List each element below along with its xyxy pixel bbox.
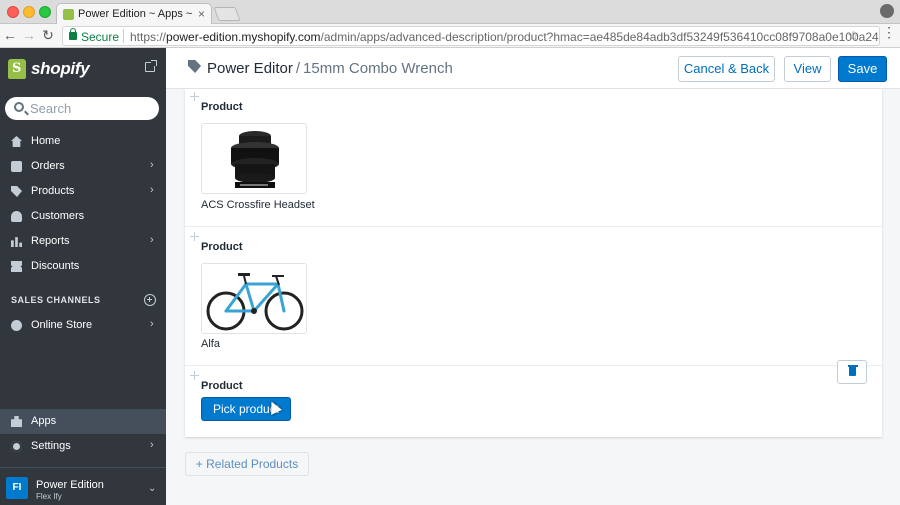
tag-icon	[188, 60, 201, 73]
save-button[interactable]: Save	[838, 56, 887, 82]
discounts-icon	[11, 261, 22, 272]
url-host: power-edition.myshopify.com	[166, 30, 321, 44]
avatar: FI	[6, 477, 28, 499]
add-related-products-button[interactable]: + Related Products	[185, 452, 309, 476]
sidebar-item-apps[interactable]: Apps	[0, 409, 166, 434]
sidebar-item-products[interactable]: Products ›	[0, 179, 166, 204]
online-store-icon	[11, 320, 22, 331]
product-blocks-card: Product ACS Crossfire Headset Product Al…	[185, 89, 882, 437]
main-content: Product ACS Crossfire Headset Product Al…	[166, 89, 900, 505]
secure-label: Secure	[81, 30, 120, 44]
shopify-logo[interactable]: shopify	[8, 58, 90, 80]
product-block: Product ACS Crossfire Headset	[185, 89, 882, 227]
forward-button[interactable]: →	[21, 27, 37, 43]
sidebar-item-reports[interactable]: Reports ›	[0, 229, 166, 254]
cancel-back-button[interactable]: Cancel & Back	[678, 56, 775, 82]
shopify-bag-icon	[8, 59, 26, 79]
browser-tab[interactable]: Power Edition ~ Apps ~ Shopify ×	[56, 3, 212, 24]
sidebar-item-label: Orders	[31, 160, 65, 172]
store-name: Power Edition	[36, 479, 104, 491]
url-divider	[123, 29, 124, 43]
app-topbar: Power Editor/15mm Combo Wrench Cancel & …	[166, 48, 900, 89]
chevron-down-icon: ⌄	[148, 483, 157, 494]
sidebar-item-orders[interactable]: Orders ›	[0, 154, 166, 179]
store-user: Flex Ify	[36, 492, 62, 501]
bookmark-star-icon[interactable]: ☆	[847, 28, 859, 44]
url-scheme: https://	[130, 30, 167, 44]
chevron-right-icon: ›	[150, 234, 154, 246]
sidebar-item-label: Settings	[31, 440, 71, 452]
bicycle-thumbnail[interactable]	[201, 263, 307, 334]
sidebar-item-label: Apps	[31, 415, 57, 427]
sidebar-item-label: Products	[31, 185, 75, 197]
app-name: Power Editor	[207, 60, 293, 77]
sidebar-item-discounts[interactable]: Discounts	[0, 254, 166, 279]
external-link-icon[interactable]	[145, 60, 157, 72]
search-input[interactable]	[30, 100, 150, 117]
bicycle-image	[206, 273, 304, 331]
chevron-right-icon: ›	[150, 318, 154, 330]
reload-button[interactable]: ↻	[40, 27, 56, 43]
store-switcher[interactable]: FI Power Edition Flex Ify ⌄	[0, 467, 166, 505]
sales-channels-heading: SALES CHANNELS	[11, 295, 101, 305]
product-name: ACS Crossfire Headset	[201, 199, 315, 211]
close-window-button[interactable]	[7, 6, 19, 18]
gear-icon	[11, 441, 22, 452]
trash-icon	[847, 365, 858, 376]
url-bar[interactable]: Secure https://power-edition.myshopify.c…	[62, 26, 880, 46]
chevron-right-icon: ›	[150, 159, 154, 171]
product-block: Product	[185, 227, 882, 366]
sidebar-item-label: Customers	[31, 210, 85, 222]
sidebar-item-customers[interactable]: Customers	[0, 204, 166, 229]
url-text[interactable]: https://power-edition.myshopify.com/admi…	[130, 30, 879, 44]
drag-handle-icon[interactable]	[190, 371, 199, 380]
new-tab-button[interactable]	[213, 7, 241, 21]
sidebar-item-label: Online Store	[31, 319, 93, 331]
sidebar-item-label: Home	[31, 135, 61, 147]
block-label: Product	[201, 101, 243, 113]
chevron-right-icon: ›	[150, 439, 154, 451]
profile-icon[interactable]	[880, 4, 894, 18]
add-sales-channel-icon[interactable]	[144, 294, 156, 306]
minimize-window-button[interactable]	[23, 6, 35, 18]
apps-puzzle-icon	[11, 416, 22, 427]
sidebar-item-settings[interactable]: Settings ›	[0, 434, 166, 459]
browser-addressbar: ← → ↻ Secure https://power-edition.mysho…	[0, 24, 900, 48]
headset-image	[231, 131, 279, 188]
tab-close-icon[interactable]: ×	[198, 7, 205, 21]
block-label: Product	[201, 241, 243, 253]
drag-handle-icon[interactable]	[190, 92, 199, 101]
maximize-window-button[interactable]	[39, 6, 51, 18]
view-button[interactable]: View	[784, 56, 831, 82]
lock-icon	[69, 28, 77, 40]
home-icon	[11, 136, 22, 147]
headset-thumbnail[interactable]	[201, 123, 307, 194]
orders-icon	[11, 161, 22, 172]
chevron-right-icon: ›	[150, 184, 154, 196]
block-label: Product	[201, 380, 243, 392]
browser-titlebar: Power Edition ~ Apps ~ Shopify ×	[0, 0, 900, 24]
title-separator: /	[295, 60, 301, 77]
url-path: /admin/apps/advanced-description/product…	[320, 30, 879, 44]
reports-icon	[11, 237, 22, 247]
sidebar-item-home[interactable]: Home	[0, 129, 166, 154]
search-box[interactable]	[5, 97, 159, 120]
sidebar-item-label: Reports	[31, 235, 70, 247]
logo-text: shopify	[31, 59, 90, 78]
search-icon	[14, 102, 24, 112]
product-title: 15mm Combo Wrench	[303, 60, 453, 77]
page-title: Power Editor/15mm Combo Wrench	[207, 60, 453, 77]
customers-icon	[11, 211, 22, 222]
browser-menu-icon[interactable]: ⋮	[882, 24, 896, 41]
delete-block-button[interactable]	[837, 360, 867, 384]
drag-handle-icon[interactable]	[190, 232, 199, 241]
product-name: Alfa	[201, 338, 220, 350]
sidebar-item-label: Discounts	[31, 260, 80, 272]
sidebar: shopify Home Orders › Products › Custome…	[0, 48, 166, 505]
back-button[interactable]: ←	[2, 27, 18, 43]
sidebar-item-online-store[interactable]: Online Store ›	[0, 313, 166, 338]
tab-title: Power Edition ~ Apps ~ Shopify	[78, 8, 196, 20]
shopify-favicon-icon	[63, 9, 74, 20]
tag-icon	[11, 186, 22, 197]
